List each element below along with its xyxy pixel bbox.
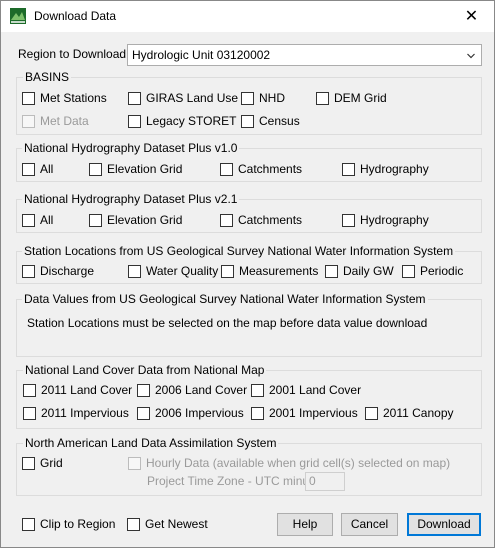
lc2011-label: 2011 Land Cover — [41, 383, 133, 397]
region-label: Region to Download — [18, 47, 127, 61]
census-label: Census — [259, 114, 300, 128]
clip-to-region-checkbox[interactable] — [22, 518, 35, 531]
met-stations-checkbox[interactable] — [22, 92, 35, 105]
nhd-v1-catchments-checkbox[interactable] — [220, 163, 233, 176]
periodic-label: Periodic — [420, 264, 464, 278]
imp2011-label: 2011 Impervious — [41, 406, 129, 420]
nlcd-group — [16, 370, 482, 429]
met-stations-label: Met Stations — [40, 91, 107, 105]
nhd-v2-group-title: National Hydrography Dataset Plus v2.1 — [22, 192, 240, 206]
nhd-v1-all-checkbox[interactable] — [22, 163, 35, 176]
water-quality-label: Water Quality — [146, 264, 219, 278]
nhd-v2-catchments-checkbox[interactable] — [220, 214, 233, 227]
cancel-button[interactable]: Cancel — [341, 513, 398, 536]
nhd-v2-elevation-label: Elevation Grid — [107, 213, 183, 227]
water-quality-checkbox[interactable] — [128, 265, 141, 278]
time-zone-input: 0 — [305, 472, 345, 491]
dem-grid-label: DEM Grid — [334, 91, 387, 105]
nhd-v2-all-label: All — [40, 213, 54, 227]
region-select[interactable]: Hydrologic Unit 03120002 — [127, 44, 482, 66]
time-zone-value: 0 — [309, 474, 316, 488]
nlcd-group-title: National Land Cover Data from National M… — [23, 363, 267, 377]
giras-label: GIRAS Land Use — [146, 91, 239, 105]
nldas-grid-checkbox[interactable] — [22, 457, 35, 470]
legacy-storet-label: Legacy STORET — [146, 114, 237, 128]
lc2001-checkbox[interactable] — [251, 384, 264, 397]
nhd-v2-hydrography-checkbox[interactable] — [342, 214, 355, 227]
usgs-values-message: Station Locations must be selected on th… — [27, 316, 428, 330]
dem-grid-checkbox[interactable] — [316, 92, 329, 105]
nhd-label: NHD — [259, 91, 285, 105]
canopy2011-label: 2011 Canopy — [383, 406, 454, 420]
nhd-v2-catchments-label: Catchments — [238, 213, 303, 227]
help-button[interactable]: Help — [277, 513, 333, 536]
nhd-v2-elevation-checkbox[interactable] — [89, 214, 102, 227]
daily-gw-checkbox[interactable] — [325, 265, 338, 278]
usgs-values-group-title: Data Values from US Geological Survey Na… — [22, 292, 428, 306]
imp2006-checkbox[interactable] — [137, 407, 150, 420]
usgs-stations-group-title: Station Locations from US Geological Sur… — [22, 244, 456, 258]
nhd-v1-hydrography-checkbox[interactable] — [342, 163, 355, 176]
measurements-label: Measurements — [239, 264, 319, 278]
nhd-v1-elevation-label: Elevation Grid — [107, 162, 183, 176]
nldas-grid-label: Grid — [40, 456, 63, 470]
imp2011-checkbox[interactable] — [23, 407, 36, 420]
lc2006-checkbox[interactable] — [137, 384, 150, 397]
nhd-v1-elevation-checkbox[interactable] — [89, 163, 102, 176]
measurements-checkbox[interactable] — [221, 265, 234, 278]
title-bar: Download Data ✕ — [1, 1, 494, 32]
time-zone-label: Project Time Zone - UTC minus — [147, 474, 316, 488]
hourly-data-label: Hourly Data (available when grid cell(s)… — [146, 456, 451, 470]
nhd-checkbox[interactable] — [241, 92, 254, 105]
close-icon[interactable]: ✕ — [449, 1, 494, 32]
met-data-checkbox — [22, 115, 35, 128]
download-button[interactable]: Download — [407, 513, 481, 536]
imp2001-label: 2001 Impervious — [269, 406, 358, 420]
clip-to-region-label: Clip to Region — [40, 517, 116, 531]
get-newest-label: Get Newest — [145, 517, 208, 531]
daily-gw-label: Daily GW — [343, 264, 394, 278]
nhd-v2-all-checkbox[interactable] — [22, 214, 35, 227]
imp2006-label: 2006 Impervious — [155, 406, 244, 420]
hourly-data-checkbox — [128, 457, 141, 470]
legacy-storet-checkbox[interactable] — [128, 115, 141, 128]
basins-group-title: BASINS — [23, 70, 72, 84]
chevron-down-icon — [467, 53, 475, 59]
nhd-v1-all-label: All — [40, 162, 54, 176]
discharge-label: Discharge — [40, 264, 95, 278]
nhd-v1-catchments-label: Catchments — [238, 162, 303, 176]
window-title: Download Data — [34, 9, 117, 23]
giras-checkbox[interactable] — [128, 92, 141, 105]
periodic-checkbox[interactable] — [402, 265, 415, 278]
nhd-v1-group-title: National Hydrography Dataset Plus v1.0 — [22, 141, 240, 155]
lc2006-label: 2006 Land Cover — [155, 383, 248, 397]
region-selected-value: Hydrologic Unit 03120002 — [132, 48, 271, 62]
get-newest-checkbox[interactable] — [127, 518, 140, 531]
download-data-dialog: Download Data ✕ Region to Download Hydro… — [0, 0, 495, 548]
nhd-v2-hydrography-label: Hydrography — [360, 213, 429, 227]
lc2001-label: 2001 Land Cover — [269, 383, 362, 397]
lc2011-checkbox[interactable] — [23, 384, 36, 397]
discharge-checkbox[interactable] — [22, 265, 35, 278]
census-checkbox[interactable] — [241, 115, 254, 128]
nhd-v1-hydrography-label: Hydrography — [360, 162, 429, 176]
basins-app-icon — [10, 8, 26, 24]
met-data-label: Met Data — [40, 114, 89, 128]
canopy2011-checkbox[interactable] — [365, 407, 378, 420]
imp2001-checkbox[interactable] — [251, 407, 264, 420]
nldas-group-title: North American Land Data Assimilation Sy… — [23, 436, 279, 450]
